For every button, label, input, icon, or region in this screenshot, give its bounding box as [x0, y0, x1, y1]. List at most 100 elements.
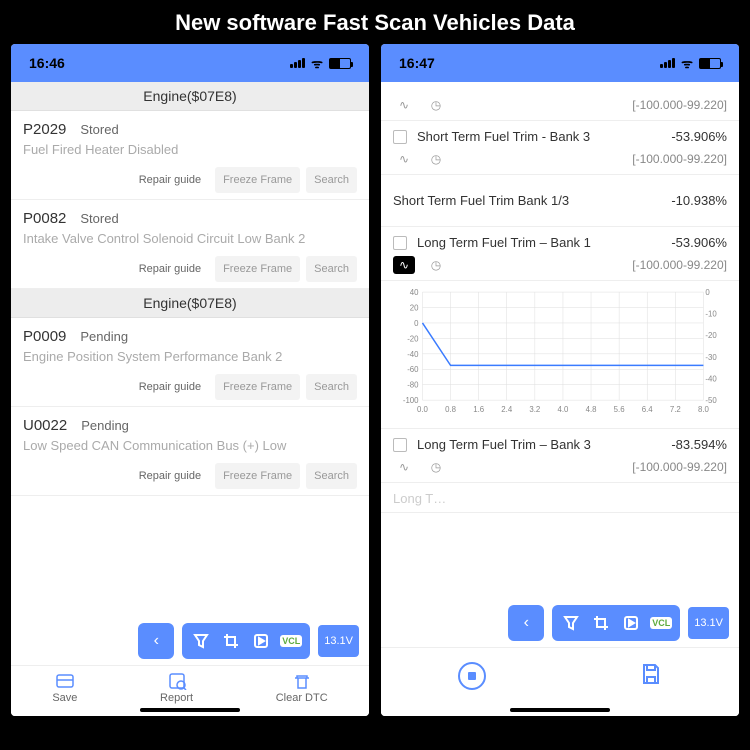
- dtc-item[interactable]: P0082 Stored Intake Valve Control Soleno…: [11, 200, 369, 289]
- dtc-status: Pending: [81, 418, 129, 433]
- data-value: -10.938%: [671, 193, 727, 208]
- section-header: Engine($07E8): [11, 82, 369, 111]
- bottom-nav: ‹ VCL 13.1V Save Report: [11, 617, 369, 716]
- svg-text:-80: -80: [407, 381, 419, 390]
- signal-icon: [290, 58, 305, 68]
- repair-guide-button[interactable]: Repair guide: [131, 374, 209, 400]
- data-item[interactable]: Long Term Fuel Trim – Bank 3 -83.594% ∿ …: [381, 429, 739, 483]
- dtc-description: Fuel Fired Heater Disabled: [23, 142, 357, 157]
- data-name-label: Long Term Fuel Trim – Bank 1: [417, 235, 591, 250]
- checkbox[interactable]: [393, 130, 407, 144]
- data-item: ∿ ◷ [-100.000-99.220]: [381, 82, 739, 121]
- svg-text:0.0: 0.0: [417, 405, 429, 414]
- dtc-status: Pending: [80, 329, 128, 344]
- search-button[interactable]: Search: [306, 463, 357, 489]
- repair-guide-button[interactable]: Repair guide: [131, 463, 209, 489]
- svg-text:5.6: 5.6: [614, 405, 626, 414]
- bottom-nav: ‹ VCL 13.1V: [381, 599, 739, 716]
- svg-text:40: 40: [410, 288, 419, 297]
- dtc-item[interactable]: P0009 Pending Engine Position System Per…: [11, 318, 369, 407]
- search-button[interactable]: Search: [306, 256, 357, 282]
- battery-icon: [329, 58, 351, 69]
- phone-right: 16:47 ᯤ ∿ ◷ [-100.000-99.220] Short Term…: [381, 44, 739, 716]
- back-button[interactable]: ‹: [508, 605, 544, 641]
- home-indicator[interactable]: [140, 708, 240, 712]
- battery-icon: [699, 58, 721, 69]
- dtc-code: P0009: [23, 328, 66, 345]
- repair-guide-button[interactable]: Repair guide: [131, 167, 209, 193]
- data-item[interactable]: Short Term Fuel Trim - Bank 3 -53.906% ∿…: [381, 121, 739, 175]
- range-label: [-100.000-99.220]: [632, 460, 727, 474]
- gauge-icon[interactable]: ◷: [425, 96, 447, 114]
- wave-icon[interactable]: ∿: [393, 256, 415, 274]
- checkbox[interactable]: [393, 236, 407, 250]
- svg-text:-30: -30: [705, 353, 717, 362]
- report-tab[interactable]: Report: [160, 672, 193, 704]
- svg-text:4.8: 4.8: [586, 405, 598, 414]
- repair-guide-button[interactable]: Repair guide: [131, 256, 209, 282]
- crop-icon[interactable]: [218, 629, 244, 653]
- filter-icon[interactable]: [558, 611, 584, 635]
- svg-text:0.8: 0.8: [445, 405, 457, 414]
- wave-icon[interactable]: ∿: [393, 150, 415, 168]
- back-button[interactable]: ‹: [138, 623, 174, 659]
- svg-text:-60: -60: [407, 365, 419, 374]
- stop-button[interactable]: [458, 662, 486, 690]
- gauge-icon[interactable]: ◷: [425, 256, 447, 274]
- svg-text:2.4: 2.4: [501, 405, 513, 414]
- home-indicator[interactable]: [510, 708, 610, 712]
- svg-text:-40: -40: [407, 350, 419, 359]
- svg-text:7.2: 7.2: [670, 405, 681, 414]
- phones-container: 16:46 ᯤ Engine($07E8) P2029 Stored Fuel …: [11, 44, 739, 716]
- gauge-icon[interactable]: ◷: [425, 458, 447, 476]
- svg-text:0: 0: [705, 288, 710, 297]
- voltage-badge: 13.1V: [688, 607, 729, 639]
- play-icon[interactable]: [618, 611, 644, 635]
- filter-icon[interactable]: [188, 629, 214, 653]
- vcl-icon[interactable]: VCL: [278, 629, 304, 653]
- gauge-icon[interactable]: ◷: [425, 150, 447, 168]
- dtc-status: Stored: [80, 122, 118, 137]
- save-button[interactable]: [639, 662, 663, 686]
- svg-text:-100: -100: [403, 396, 419, 405]
- data-name-label: Short Term Fuel Trim - Bank 3: [417, 129, 590, 144]
- data-value: -53.906%: [671, 235, 727, 250]
- data-item[interactable]: Long Term Fuel Trim – Bank 1 -53.906% ∿ …: [381, 227, 739, 281]
- data-item[interactable]: Short Term Fuel Trim Bank 1/3 -10.938%: [381, 175, 739, 227]
- freeze-frame-button[interactable]: Freeze Frame: [215, 463, 300, 489]
- svg-text:4.0: 4.0: [557, 405, 569, 414]
- svg-text:6.4: 6.4: [642, 405, 654, 414]
- phone-left: 16:46 ᯤ Engine($07E8) P2029 Stored Fuel …: [11, 44, 369, 716]
- svg-text:-10: -10: [705, 310, 717, 319]
- svg-text:3.2: 3.2: [529, 405, 540, 414]
- search-button[interactable]: Search: [306, 167, 357, 193]
- voltage-badge: 13.1V: [318, 625, 359, 657]
- range-label: [-100.000-99.220]: [632, 152, 727, 166]
- wave-icon[interactable]: ∿: [393, 96, 415, 114]
- chart-svg: 40200-20-40-60-80-1000-10-20-30-40-500.0…: [393, 287, 727, 417]
- live-chart: 40200-20-40-60-80-1000-10-20-30-40-500.0…: [381, 281, 739, 429]
- dtc-item[interactable]: U0022 Pending Low Speed CAN Communicatio…: [11, 407, 369, 496]
- svg-text:-50: -50: [705, 396, 717, 405]
- wave-icon[interactable]: ∿: [393, 458, 415, 476]
- dtc-code: U0022: [23, 417, 67, 434]
- toolbar-group: VCL: [552, 605, 680, 641]
- vcl-icon[interactable]: VCL: [648, 611, 674, 635]
- search-button[interactable]: Search: [306, 374, 357, 400]
- data-value: -53.906%: [671, 129, 727, 144]
- save-tab[interactable]: Save: [52, 672, 77, 704]
- checkbox[interactable]: [393, 438, 407, 452]
- range-label: [-100.000-99.220]: [632, 258, 727, 272]
- section-header: Engine($07E8): [11, 289, 369, 318]
- dtc-description: Intake Valve Control Solenoid Circuit Lo…: [23, 231, 357, 246]
- svg-text:-20: -20: [407, 334, 419, 343]
- crop-icon[interactable]: [588, 611, 614, 635]
- freeze-frame-button[interactable]: Freeze Frame: [215, 167, 300, 193]
- status-bar: 16:47 ᯤ: [381, 44, 739, 82]
- clear-dtc-tab[interactable]: Clear DTC: [276, 672, 328, 704]
- status-bar: 16:46 ᯤ: [11, 44, 369, 82]
- freeze-frame-button[interactable]: Freeze Frame: [215, 374, 300, 400]
- play-icon[interactable]: [248, 629, 274, 653]
- freeze-frame-button[interactable]: Freeze Frame: [215, 256, 300, 282]
- dtc-item[interactable]: P2029 Stored Fuel Fired Heater Disabled …: [11, 111, 369, 200]
